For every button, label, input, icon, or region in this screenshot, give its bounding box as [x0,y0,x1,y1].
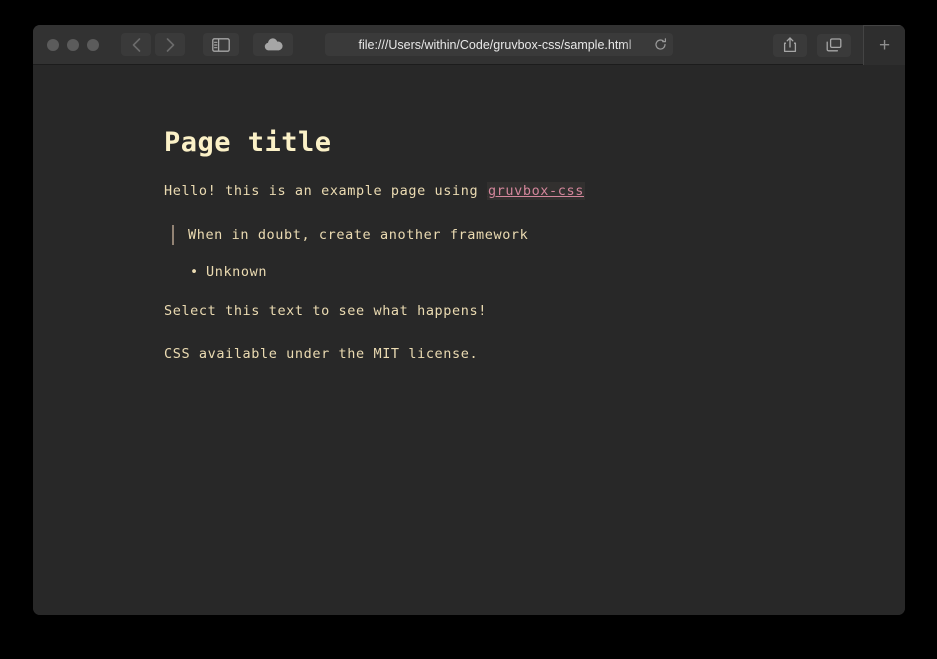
quote-block: When in doubt, create another framework [172,224,784,246]
sidebar-toggle-button[interactable] [203,33,239,56]
page-title: Page title [164,127,332,158]
show-tabs-icon [826,37,842,51]
gruvbox-css-link[interactable]: gruvbox-css [486,182,585,200]
quote-text: When in doubt, create another framework [188,226,529,243]
reload-icon [654,38,666,50]
address-bar[interactable]: file:///Users/within/Code/gruvbox-css/sa… [325,33,673,56]
intro-paragraph: Hello! this is an example page using gru… [164,182,784,201]
page-content: Page title Hello! this is an example pag… [164,127,784,364]
select-paragraph: Select this text to see what happens! [164,303,487,320]
license-paragraph: CSS available under the MIT license. [164,346,479,363]
close-window-button[interactable] [47,38,59,51]
sidebar-icon [212,37,230,52]
reload-button[interactable] [647,38,673,51]
icloud-tabs-button[interactable] [253,33,293,56]
list-item: Unknown [190,262,784,283]
toolbar-right-group: + [773,25,905,65]
minimize-window-button[interactable] [67,38,79,51]
zoom-window-button[interactable] [87,38,99,51]
show-tabs-button[interactable] [817,33,851,57]
navigation-buttons [121,33,185,56]
icloud-tabs-icon [264,37,283,50]
new-tab-button[interactable]: + [863,25,905,65]
forward-button[interactable] [155,33,185,56]
back-button[interactable] [121,33,151,56]
share-icon [783,37,797,53]
browser-toolbar: file:///Users/within/Code/gruvbox-css/sa… [33,25,905,65]
attribution-list: Unknown [190,262,784,283]
chevron-left-icon [132,37,140,52]
traffic-lights [47,38,99,51]
browser-window: file:///Users/within/Code/gruvbox-css/sa… [33,25,905,615]
url-text: file:///Users/within/Code/gruvbox-css/sa… [358,37,632,52]
intro-text: Hello! this is an example page using [164,183,487,199]
share-button[interactable] [773,33,807,57]
chevron-right-icon [166,37,174,52]
page-viewport: Page title Hello! this is an example pag… [33,65,905,615]
